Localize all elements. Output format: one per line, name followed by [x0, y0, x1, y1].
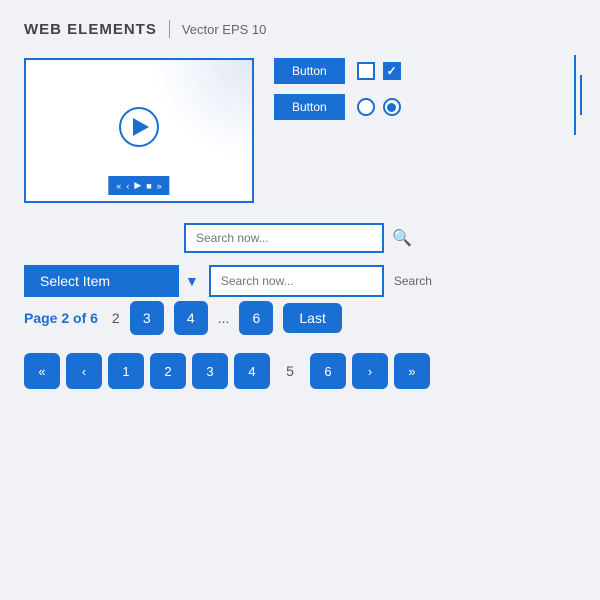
dropdown-arrow-icon: ▼: [185, 273, 199, 289]
checkbox-unchecked[interactable]: [357, 62, 375, 80]
pag2-page-4-button[interactable]: 4: [234, 353, 270, 389]
rew-icon[interactable]: «: [116, 181, 121, 191]
page-dots: ...: [218, 310, 230, 326]
page-2-plain: 2: [112, 310, 120, 326]
pag2-last-button[interactable]: »: [394, 353, 430, 389]
button-row-2: Button: [274, 94, 401, 120]
button-1[interactable]: Button: [274, 58, 345, 84]
video-section: « ‹ ▶ ■ » Button Button: [24, 58, 576, 203]
video-player: « ‹ ▶ ■ »: [24, 58, 254, 203]
pagination-1: Page 2 of 6 2 3 4 ... 6 Last: [24, 301, 576, 335]
header: WEB ELEMENTS Vector EPS 10: [24, 20, 576, 38]
search-input-1[interactable]: [184, 223, 384, 253]
vert-line-2: [580, 75, 582, 115]
page-info-text: Page 2 of 6: [24, 310, 98, 326]
radio-checked[interactable]: [383, 98, 401, 116]
page-3-button[interactable]: 3: [130, 301, 164, 335]
app-title: WEB ELEMENTS: [24, 21, 157, 38]
step-back-icon[interactable]: ‹: [126, 181, 129, 191]
button-2[interactable]: Button: [274, 94, 345, 120]
search-row-2: Select Item ▼ Search: [24, 265, 576, 297]
video-controls-bar: « ‹ ▶ ■ »: [108, 176, 169, 195]
search-input-2[interactable]: [209, 265, 384, 297]
pag2-page-3-button[interactable]: 3: [192, 353, 228, 389]
pag2-page-2-button[interactable]: 2: [150, 353, 186, 389]
radio-unchecked[interactable]: [357, 98, 375, 116]
select-item-dropdown[interactable]: Select Item: [24, 265, 179, 297]
fwd-icon[interactable]: »: [157, 181, 162, 191]
video-bg: [152, 60, 252, 160]
button-row-1: Button: [274, 58, 401, 84]
pag2-page-5-plain: 5: [276, 363, 304, 379]
controls-right: Button Button: [274, 58, 401, 120]
page-6-button[interactable]: 6: [239, 301, 273, 335]
play-icon: [133, 118, 149, 136]
decorative-lines: [574, 55, 582, 135]
search-row-1: 🔍: [24, 223, 576, 253]
page-4-button[interactable]: 4: [174, 301, 208, 335]
radio-area: [357, 98, 401, 116]
header-divider: [169, 20, 170, 38]
pag2-prev-button[interactable]: ‹: [66, 353, 102, 389]
pag2-page-6-button[interactable]: 6: [310, 353, 346, 389]
checkbox-checked[interactable]: [383, 62, 401, 80]
play-icon-ctrl[interactable]: ▶: [134, 180, 141, 191]
search-icon-button[interactable]: 🔍: [392, 228, 412, 248]
pagination-2: « ‹ 1 2 3 4 5 6 › »: [24, 353, 576, 389]
pag2-page-1-button[interactable]: 1: [108, 353, 144, 389]
app-subtitle: Vector EPS 10: [182, 22, 267, 37]
vert-line-1: [574, 55, 576, 135]
search-text-button[interactable]: Search: [394, 274, 432, 288]
page: WEB ELEMENTS Vector EPS 10 « ‹ ▶ ■ » But: [0, 0, 600, 600]
pag2-first-button[interactable]: «: [24, 353, 60, 389]
page-last-button[interactable]: Last: [283, 303, 341, 333]
stop-icon[interactable]: ■: [146, 181, 151, 191]
pag2-next-button[interactable]: ›: [352, 353, 388, 389]
checkbox-area-1: [357, 62, 401, 80]
play-button[interactable]: [119, 107, 159, 147]
